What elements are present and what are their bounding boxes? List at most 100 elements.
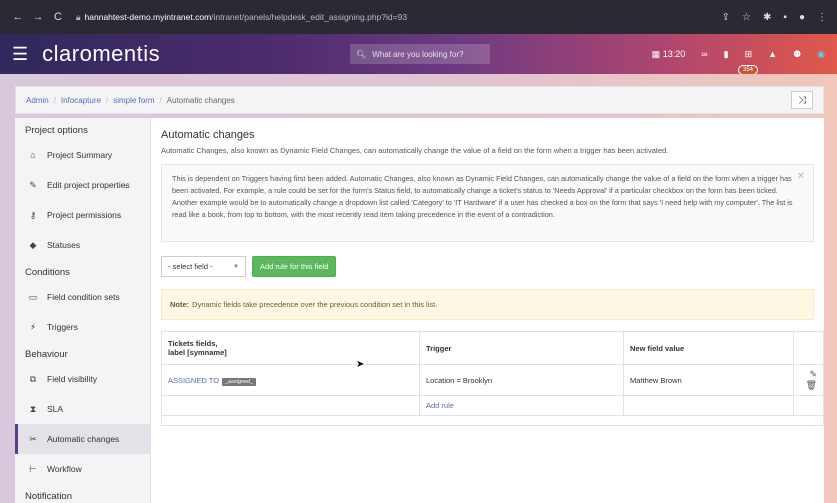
app-logo[interactable]: claromentis — [42, 41, 160, 67]
trash-icon[interactable]: 🗑︎ — [806, 380, 817, 390]
link-icon[interactable]: ∞ — [701, 49, 707, 59]
workflow-icon: ⊢ — [29, 463, 37, 474]
extensions-icon[interactable]: ✱ — [763, 12, 771, 23]
home-icon: ⌂ — [30, 150, 36, 160]
forward-icon[interactable]: → — [30, 11, 46, 23]
column-header-fields: Tickets fields, label [symname] — [161, 331, 420, 365]
calendar-clock[interactable]: ▦ 13:20 — [652, 49, 686, 60]
share-icon[interactable]: ⇪ — [722, 12, 730, 23]
lock-icon: 🔒︎ — [76, 11, 81, 22]
bookmark-icon[interactable]: ▮ — [724, 49, 729, 60]
breadcrumb-admin[interactable]: Admin — [26, 96, 49, 105]
close-icon[interactable]: ✕ — [797, 171, 805, 183]
col-header-line2: label [symname] — [168, 348, 227, 357]
profile-icon[interactable]: ● — [799, 12, 805, 23]
sidebar-section-notification: Notification — [25, 491, 72, 502]
note-label: Note: — [170, 300, 190, 309]
sidebar-item-label: Edit project properties — [47, 180, 130, 190]
user-avatar[interactable]: ◉ — [817, 49, 825, 60]
url-host: hannahtest-demo.myintranet.com — [84, 12, 212, 22]
breadcrumb-current: Automatic changes — [166, 95, 235, 105]
window-icon[interactable]: ▪ — [783, 12, 787, 23]
sidebar-section-conditions: Conditions — [25, 267, 70, 278]
sidebar-item-label: Triggers — [47, 322, 78, 332]
cell-field: ASSIGNED TO _assigned_ — [161, 364, 420, 396]
sidebar-item-label: Field visibility — [47, 374, 98, 384]
star-icon[interactable]: ☆ — [742, 12, 751, 23]
field-link[interactable]: ASSIGNED TO — [168, 376, 219, 385]
table-row — [161, 415, 824, 426]
info-text: This is dependent on Triggers having fir… — [172, 174, 793, 219]
note-banner: Note: Dynamic fields take precedence ove… — [161, 289, 814, 320]
sidebar-section-project: Project options — [25, 125, 88, 136]
pencil-icon: ✎ — [29, 179, 37, 190]
sidebar-item-sla[interactable]: ⧗ SLA — [15, 394, 150, 424]
sidebar-item-triggers[interactable]: ⚡︎ Triggers — [15, 312, 150, 342]
reload-icon[interactable]: C — [50, 11, 66, 23]
search-icon: 🔍︎ — [356, 49, 367, 59]
back-icon[interactable]: ← — [10, 11, 26, 23]
search-input[interactable] — [372, 49, 483, 59]
sidebar-item-field-visibility[interactable]: ⧉ Field visibility — [15, 364, 150, 394]
cell-empty — [161, 395, 420, 416]
field-select[interactable]: - select field - ▼ — [161, 256, 246, 277]
sidebar-item-label: Workflow — [47, 464, 82, 474]
rules-table: Tickets fields, label [symname] Trigger N… — [161, 331, 824, 426]
breadcrumb-infocapture[interactable]: Infocapture — [61, 96, 101, 105]
users-icon[interactable]: ⚉ — [793, 49, 801, 60]
sidebar-item-label: Field condition sets — [47, 292, 120, 302]
sidebar-item-project-summary[interactable]: ⌂ Project Summary — [15, 140, 150, 170]
cell-spacer — [161, 415, 824, 426]
page-title: Automatic changes — [161, 129, 255, 141]
page-description: Automatic Changes, also known as Dynamic… — [161, 146, 669, 155]
cell-new-value: Matthew Brown — [623, 364, 794, 396]
field-select-value: - select field - — [168, 262, 213, 271]
apps-grid-icon[interactable]: ⊞ — [745, 49, 753, 60]
cell-add-rule: Add rule — [419, 395, 624, 416]
bell-icon[interactable]: ▲ — [768, 49, 777, 59]
sidebar-item-statuses[interactable]: ◆ Statuses — [15, 230, 150, 260]
cell-trigger: Location = Brooklyn — [419, 364, 624, 396]
main-panel: Automatic changes Automatic Changes, als… — [151, 118, 824, 503]
sidebar-item-permissions[interactable]: ⚷ Project permissions — [15, 200, 150, 230]
add-rule-link[interactable]: Add rule — [426, 401, 454, 410]
sidebar-item-label: Automatic changes — [47, 434, 120, 444]
sidebar: Project options ⌂ Project Summary ✎ Edit p… — [15, 118, 151, 503]
sidebar-item-edit-properties[interactable]: ✎ Edit project properties — [15, 170, 150, 200]
table-row: ASSIGNED TO _assigned_ Location = Brookly… — [161, 364, 824, 396]
trigger-icon: ⚡︎ — [29, 321, 37, 332]
cell-empty — [623, 395, 794, 416]
chevron-down-icon: ▼ — [233, 263, 239, 270]
note-text: Dynamic fields take precedence over the … — [192, 300, 438, 309]
shuffle-icon[interactable]: ⤨ — [791, 91, 813, 109]
clock-time: 13:20 — [662, 48, 686, 59]
hourglass-icon: ⧗ — [29, 403, 37, 414]
menu-icon[interactable]: ☰ — [12, 44, 28, 65]
mouse-cursor-icon: ➤ — [356, 359, 365, 370]
key-icon: ⚷ — [29, 209, 37, 220]
browser-menu-icon[interactable]: ⋮ — [817, 12, 827, 23]
sidebar-item-label: Project permissions — [47, 210, 122, 220]
sidebar-item-label: Project Summary — [47, 150, 113, 160]
url-path: /intranet/panels/helpdesk_edit_assigning… — [211, 12, 408, 22]
cell-actions: ✎🗑︎ — [793, 364, 824, 396]
breadcrumb-simple-form[interactable]: simple form — [113, 96, 154, 105]
app-header: ☰ claromentis 🔍︎ ▦ 13:20 ∞ ▮ ⊞ ▲ ⚉ ◉ — [0, 34, 837, 74]
info-box: This is dependent on Triggers having fir… — [161, 164, 814, 242]
rectangle-icon: ▭ — [28, 291, 38, 302]
edit-icon[interactable]: ✎ — [809, 369, 817, 379]
add-rule-button[interactable]: Add rule for this field — [252, 256, 337, 277]
column-header-trigger: Trigger — [419, 331, 624, 365]
browser-toolbar: ← → C 🔒︎ hannahtest-demo.myintranet.com /… — [0, 0, 837, 34]
sidebar-item-automatic-changes[interactable]: ✂ Automatic changes — [15, 424, 150, 454]
tag-icon: ◆ — [29, 239, 37, 250]
col-header-line1: Tickets fields, — [168, 339, 218, 348]
cell-empty — [793, 395, 824, 416]
search-box[interactable]: 🔍︎ — [350, 44, 491, 64]
address-bar[interactable]: 🔒︎ hannahtest-demo.myintranet.com/intran… — [76, 12, 407, 23]
sidebar-item-label: Statuses — [47, 240, 81, 250]
column-header-actions — [793, 331, 824, 365]
sidebar-item-workflow[interactable]: ⊢ Workflow — [15, 454, 150, 484]
column-header-new-value: New field value — [623, 331, 794, 365]
sidebar-item-field-condition-sets[interactable]: ▭ Field condition sets — [15, 282, 150, 312]
